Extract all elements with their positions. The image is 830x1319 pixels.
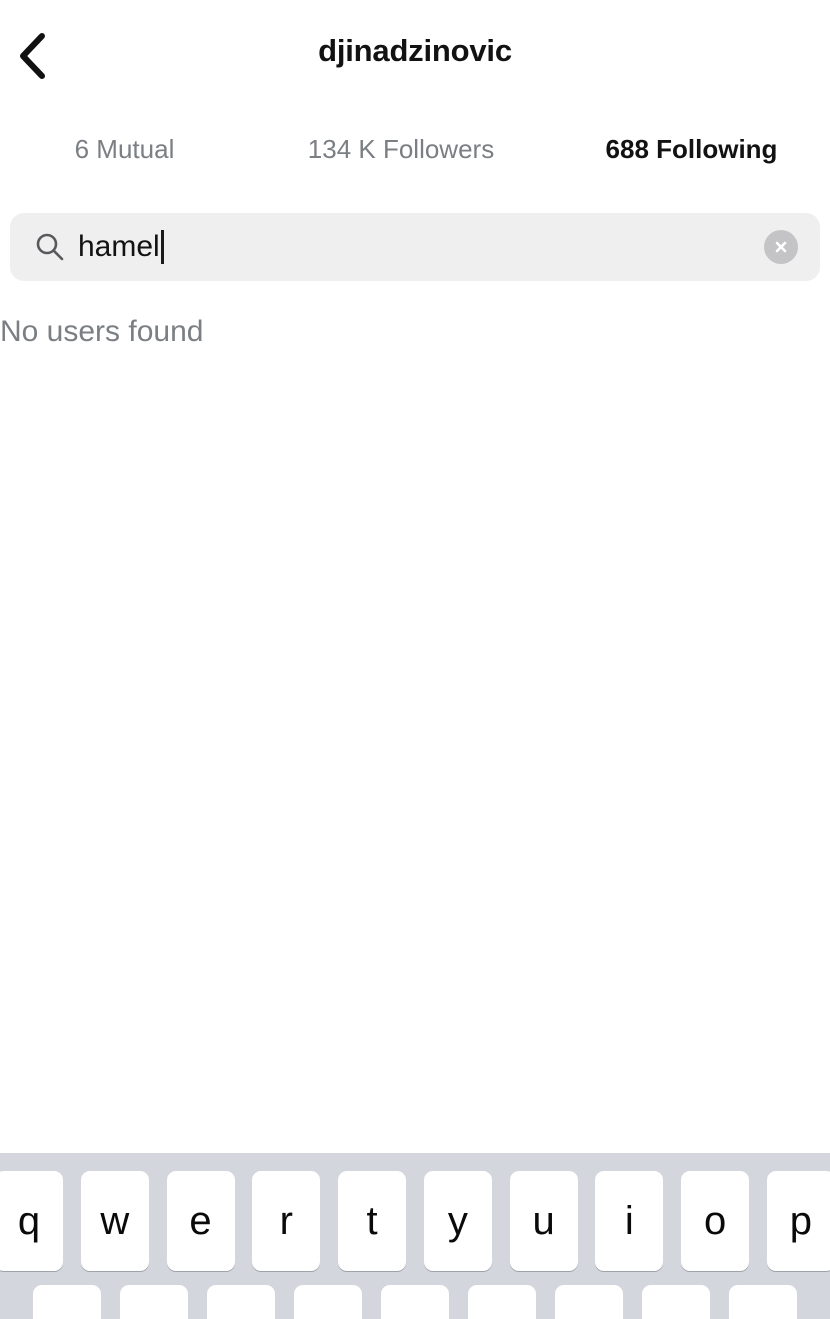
keyboard-key-k[interactable]: k [642, 1285, 710, 1319]
keyboard-row-2: asdfghjkl [33, 1285, 797, 1319]
keyboard-key-y[interactable]: y [423, 1171, 492, 1271]
keyboard-key-g[interactable]: g [381, 1285, 449, 1319]
keyboard-key-h[interactable]: h [468, 1285, 536, 1319]
search-icon [34, 231, 66, 263]
clear-search-button[interactable] [764, 230, 798, 264]
empty-state-message: No users found [0, 315, 204, 348]
navigation-header: djinadzinovic [0, 0, 830, 112]
keyboard-key-u[interactable]: u [509, 1171, 578, 1271]
keyboard-key-t[interactable]: t [338, 1171, 407, 1271]
page-title: djinadzinovic [318, 33, 512, 68]
keyboard-key-d[interactable]: d [207, 1285, 275, 1319]
on-screen-keyboard: qwertyuiop asdfghjkl [0, 1153, 830, 1319]
instagram-following-search-screen: djinadzinovic 6 Mutual 134 K Followers 6… [0, 0, 830, 1319]
keyboard-key-a[interactable]: a [33, 1285, 101, 1319]
keyboard-key-w[interactable]: w [80, 1171, 149, 1271]
keyboard-key-j[interactable]: j [555, 1285, 623, 1319]
keyboard-key-r[interactable]: r [252, 1171, 321, 1271]
keyboard-key-p[interactable]: p [766, 1171, 830, 1271]
keyboard-key-o[interactable]: o [681, 1171, 750, 1271]
keyboard-key-i[interactable]: i [595, 1171, 664, 1271]
keyboard-key-e[interactable]: e [166, 1171, 235, 1271]
search-input[interactable]: hamel [78, 213, 164, 281]
text-caret [160, 230, 164, 264]
keyboard-row-1: qwertyuiop [0, 1171, 830, 1271]
tab-followers[interactable]: 134 K Followers [249, 112, 553, 186]
clear-circle-icon [771, 237, 791, 257]
search-field[interactable]: hamel [10, 213, 820, 281]
search-results-area: No users found [0, 281, 830, 1153]
keyboard-key-f[interactable]: f [294, 1285, 362, 1319]
tab-following[interactable]: 688 Following [553, 112, 830, 186]
tab-bar: 6 Mutual 134 K Followers 688 Following [0, 112, 830, 300]
search-input-value: hamel [78, 230, 160, 263]
tab-mutual[interactable]: 6 Mutual [0, 112, 249, 186]
keyboard-key-l[interactable]: l [729, 1285, 797, 1319]
keyboard-key-q[interactable]: q [0, 1171, 63, 1271]
keyboard-key-s[interactable]: s [120, 1285, 188, 1319]
